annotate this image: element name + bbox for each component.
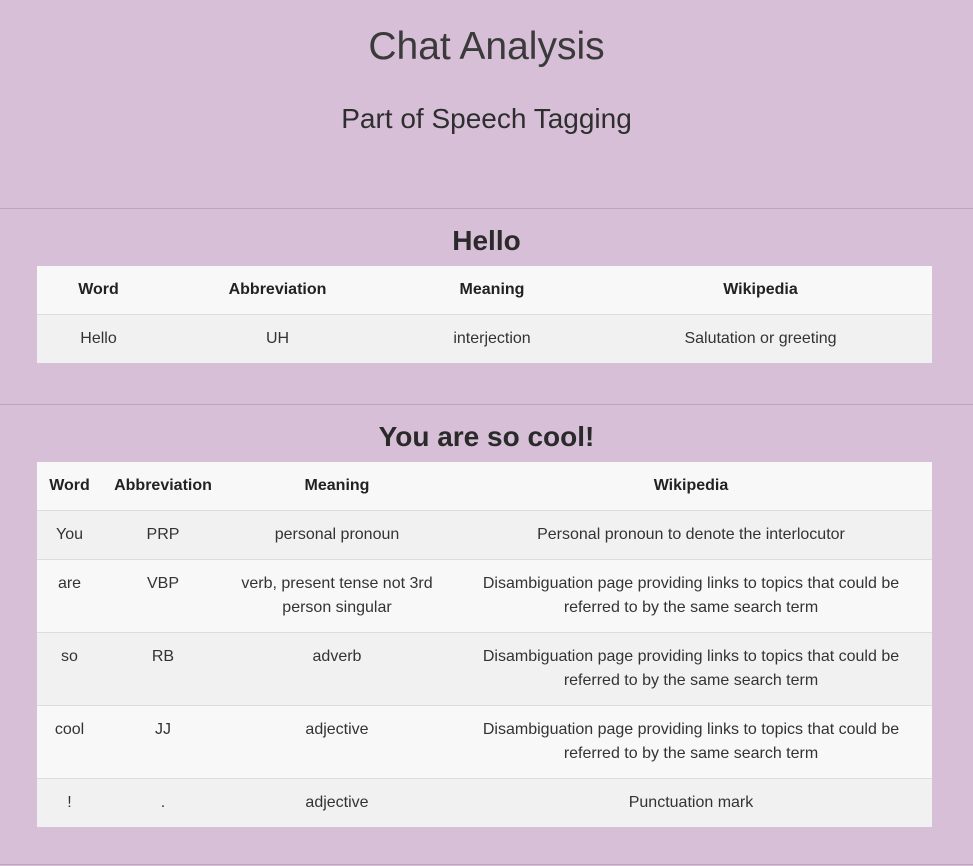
column-header-word: Word [49,477,90,494]
cell-abbreviation: RB [151,648,175,665]
cell-abbreviation: UH [265,330,290,347]
cell-wikipedia: Punctuation mark [628,794,754,811]
cell-meaning: verb, present tense not 3rd person singu… [241,575,433,616]
pos-table-you-are-so-cool: Word Abbreviation Meaning Wikipedia You … [37,462,932,827]
table-row: are VBP verb, present tense not 3rd pers… [37,559,932,633]
section-divider [0,208,973,209]
cell-word: are [57,575,82,592]
cell-abbreviation: JJ [155,721,171,738]
cell-wikipedia: Salutation or greeting [684,330,837,347]
cell-abbreviation: PRP [146,526,180,543]
sentence-heading: Hello [452,225,521,256]
page-title: Chat Analysis [368,25,605,68]
cell-word: ! [67,794,72,811]
column-header-meaning: Meaning [459,281,525,298]
cell-word: cool [54,721,85,738]
column-header-wikipedia: Wikipedia [653,477,729,494]
cell-word: You [56,526,83,543]
cell-meaning: personal pronoun [274,526,400,543]
cell-abbreviation: . [160,794,166,811]
section-divider [0,404,973,405]
page-subtitle: Part of Speech Tagging [341,103,632,134]
cell-word: so [61,648,78,665]
table-row: ! . adjective Punctuation mark [37,778,932,827]
cell-wikipedia: Disambiguation page providing links to t… [482,575,900,616]
table-row: so RB adverb Disambiguation page providi… [37,632,932,706]
cell-meaning: adjective [305,721,369,738]
cell-word: Hello [80,330,117,347]
sentence-heading: You are so cool! [378,421,595,452]
table-row: Hello UH interjection Salutation or gree… [37,314,932,363]
table-header-row: Word Abbreviation Meaning Wikipedia [37,462,932,511]
cell-meaning: adverb [312,648,362,665]
table-header-row: Word Abbreviation Meaning Wikipedia [37,266,932,315]
cell-wikipedia: Personal pronoun to denote the interlocu… [537,526,845,543]
cell-meaning: adjective [305,794,369,811]
table-row: cool JJ adjective Disambiguation page pr… [37,705,932,779]
table-row: You PRP personal pronoun Personal pronou… [37,510,932,560]
pos-table-hello: Word Abbreviation Meaning Wikipedia Hell… [37,266,932,363]
column-header-meaning: Meaning [304,477,370,494]
section-divider [0,864,973,865]
column-header-word: Word [78,281,119,298]
column-header-abbreviation: Abbreviation [114,477,212,494]
cell-abbreviation: VBP [146,575,179,592]
cell-wikipedia: Disambiguation page providing links to t… [482,721,900,762]
cell-meaning: interjection [453,330,531,347]
column-header-abbreviation: Abbreviation [228,281,327,298]
cell-wikipedia: Disambiguation page providing links to t… [482,648,900,689]
column-header-wikipedia: Wikipedia [723,281,798,298]
